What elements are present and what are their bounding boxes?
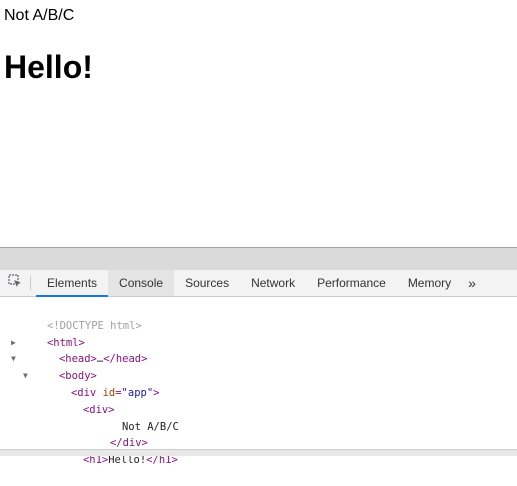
- double-chevron-right-icon: »: [468, 275, 476, 291]
- dom-node-head[interactable]: ▶ <head>…</head>: [0, 335, 517, 366]
- dom-node-div-inner[interactable]: <div>: [0, 385, 517, 416]
- dom-node-div-app[interactable]: ▼ <div id="app">: [0, 368, 517, 399]
- dom-tree: <!DOCTYPE html> <html> ▶ <head>…</head> ▼…: [0, 297, 517, 466]
- tab-performance[interactable]: Performance: [306, 270, 397, 296]
- tab-sources-label: Sources: [185, 276, 230, 290]
- devtools-panel: Elements Console Sources Network Perform…: [0, 247, 517, 466]
- page-viewport: Not A/B/C Hello!: [0, 0, 517, 247]
- tab-elements[interactable]: Elements: [36, 270, 109, 297]
- toolbar-divider: [30, 276, 31, 290]
- tab-performance-label: Performance: [317, 276, 386, 290]
- collapse-triangle-icon[interactable]: ▼: [23, 368, 28, 385]
- dom-node-text[interactable]: Not A/B/C: [0, 402, 517, 433]
- inspect-cursor-icon: [8, 273, 22, 293]
- tab-memory[interactable]: Memory: [397, 270, 462, 296]
- tab-memory-label: Memory: [407, 276, 452, 290]
- dom-node-doctype[interactable]: <!DOCTYPE html>: [0, 301, 517, 332]
- devtools-toolbar: Elements Console Sources Network Perform…: [0, 270, 517, 297]
- page-heading: Hello!: [4, 49, 93, 85]
- devtools-resize-strip[interactable]: [0, 248, 517, 270]
- tab-console-label: Console: [119, 276, 164, 290]
- expand-triangle-icon[interactable]: ▶: [11, 335, 16, 352]
- inspect-element-button[interactable]: [4, 270, 26, 296]
- tab-elements-label: Elements: [47, 276, 98, 290]
- page-text: Not A/B/C: [4, 7, 75, 24]
- collapse-triangle-icon[interactable]: ▼: [11, 351, 16, 368]
- more-tabs-button[interactable]: »: [462, 270, 482, 296]
- tab-network-label: Network: [251, 276, 296, 290]
- tab-network[interactable]: Network: [240, 270, 306, 296]
- tab-sources[interactable]: Sources: [174, 270, 240, 296]
- dom-node-div-inner-close[interactable]: </div>: [0, 419, 517, 449]
- dom-node-html[interactable]: <html>: [0, 318, 517, 349]
- tab-console[interactable]: Console: [108, 270, 175, 296]
- dom-node-body[interactable]: ▼ <body>: [0, 351, 517, 382]
